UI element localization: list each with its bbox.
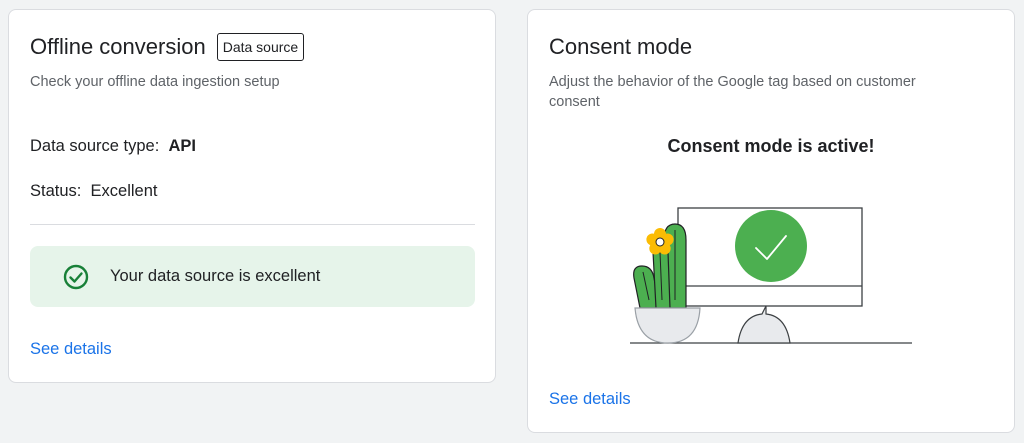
success-message: Your data source is excellent — [110, 267, 321, 285]
data-source-type-value: API — [168, 137, 197, 155]
offline-conversion-card: Offline conversion Data source Check you… — [8, 9, 496, 383]
data-source-badge: Data source — [216, 33, 305, 61]
status-value: Excellent — [90, 182, 158, 200]
consent-mode-card: Consent mode Adjust the behavior of the … — [527, 9, 1015, 433]
monitor-cactus-illustration — [618, 200, 918, 350]
consent-subtitle-line-2: consent — [549, 94, 600, 110]
consent-subtitle-line-1: Adjust the behavior of the Google tag ba… — [549, 74, 916, 90]
success-banner: Your data source is excellent — [30, 246, 475, 307]
data-source-type-label: Data source type: — [30, 137, 160, 155]
consent-status-heading: Consent mode is active! — [667, 136, 875, 156]
divider — [30, 224, 475, 225]
check-circle-icon — [62, 263, 90, 291]
offline-conversion-title: Offline conversion — [30, 34, 206, 59]
consent-title-row: Consent mode — [549, 33, 692, 61]
offline-see-details-link[interactable]: See details — [30, 340, 112, 359]
consent-mode-title: Consent mode — [549, 34, 693, 59]
status-row: Status: Excellent — [30, 180, 158, 202]
consent-see-details-link[interactable]: See details — [549, 390, 631, 409]
status-label: Status: — [30, 182, 82, 200]
offline-title-row: Offline conversion Data source — [30, 33, 305, 61]
data-source-type-row: Data source type: API — [30, 135, 196, 157]
offline-subtitle: Check your offline data ingestion setup — [30, 74, 280, 90]
